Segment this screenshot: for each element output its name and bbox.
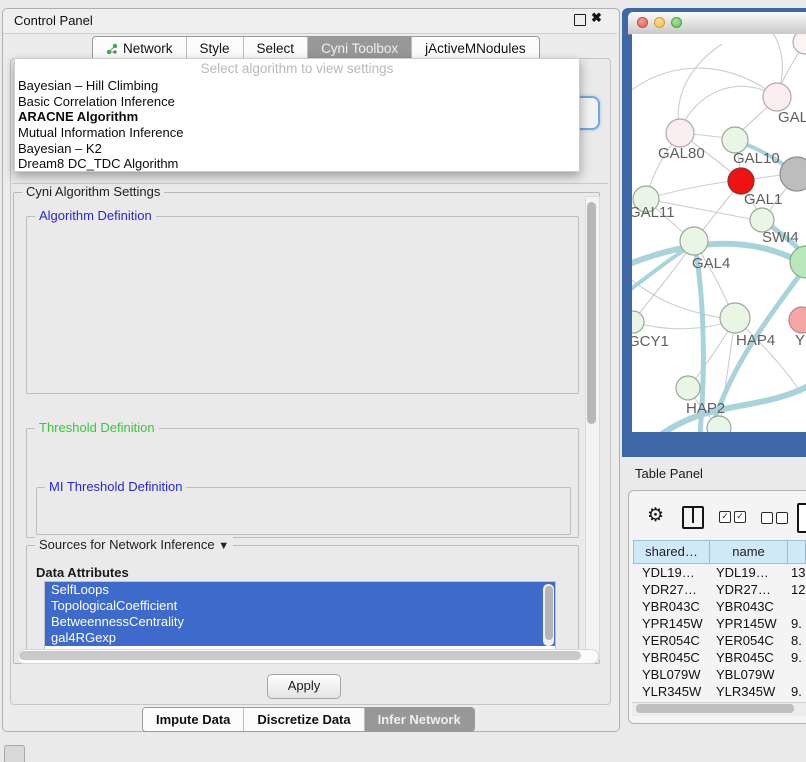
network-canvas[interactable]: GAL GAL80 GAL10 GAL1 GAL11 SWI4 GAL4 GCY… bbox=[632, 34, 806, 432]
bottom-tabstrip: Impute Data Discretize Data Infer Networ… bbox=[142, 707, 475, 732]
attribute-item[interactable]: BetweennessCentrality bbox=[45, 614, 555, 630]
algorithm-popup-list: Select algorithm to view settings Bayesi… bbox=[14, 58, 580, 172]
settings-scrollbar-thumb[interactable] bbox=[587, 202, 596, 424]
close-traffic-light-icon[interactable] bbox=[637, 17, 648, 28]
network-node-gal-partial[interactable] bbox=[763, 83, 791, 111]
node-label: SWI4 bbox=[762, 229, 799, 246]
mi-threshold-definition-group: MI Threshold Definition bbox=[36, 487, 571, 535]
table-row[interactable]: YBL079W YBL079W bbox=[633, 666, 806, 683]
table-row[interactable]: YBR043C YBR043C bbox=[633, 598, 806, 615]
algorithm-item[interactable]: Bayesian – K2 bbox=[15, 141, 579, 157]
node-label: GCY1 bbox=[632, 333, 669, 350]
node-label: GAL10 bbox=[733, 150, 780, 167]
table-body: YDL19… YDL19… 13 YDR27… YDR27… 12 YBR043… bbox=[633, 564, 806, 702]
control-panel-titlebar bbox=[3, 9, 617, 34]
sources-group-title: Sources for Network Inference ▼ bbox=[35, 537, 233, 552]
zoom-traffic-light-icon[interactable] bbox=[671, 17, 682, 28]
tab-cyni-toolbox[interactable]: Cyni Toolbox bbox=[308, 37, 412, 60]
node-label: GAL1 bbox=[744, 191, 782, 208]
table-panel-title: Table Panel bbox=[635, 466, 703, 481]
column-header-shared-name[interactable]: shared… bbox=[633, 540, 709, 564]
network-node-gray[interactable] bbox=[780, 157, 806, 191]
table-row[interactable]: YDR27… YDR27… 12 bbox=[633, 581, 806, 598]
algorithm-item[interactable]: Bayesian – Hill Climbing bbox=[15, 78, 579, 94]
table-hscrollbar-thumb[interactable] bbox=[636, 704, 794, 713]
split-panel-icon[interactable] bbox=[682, 506, 704, 529]
network-node-unlabeled[interactable] bbox=[793, 34, 806, 54]
attributes-scrollbar-thumb[interactable] bbox=[545, 586, 553, 640]
float-window-icon[interactable] bbox=[574, 14, 586, 26]
network-tab-icon bbox=[106, 43, 118, 55]
attribute-item[interactable]: TopologicalCoefficient bbox=[45, 598, 555, 614]
network-node-pink[interactable] bbox=[789, 307, 806, 333]
network-node-gal4[interactable] bbox=[680, 227, 708, 255]
collapsed-panel-button[interactable] bbox=[4, 745, 25, 762]
attribute-item[interactable]: gal4RGexp bbox=[45, 630, 555, 646]
data-attributes-label: Data Attributes bbox=[36, 565, 129, 580]
node-label: Y bbox=[795, 332, 805, 349]
apply-button[interactable]: Apply bbox=[267, 674, 341, 699]
document-icon[interactable] bbox=[797, 503, 806, 533]
close-icon[interactable]: ✖ bbox=[591, 10, 602, 26]
minimize-traffic-light-icon[interactable] bbox=[654, 17, 665, 28]
network-node-gal80[interactable] bbox=[666, 119, 694, 147]
threshold-definition-title: Threshold Definition bbox=[35, 420, 159, 435]
deselect-all-checkboxes-icon[interactable] bbox=[761, 512, 788, 524]
desktop: Control Panel ✖ Network Style Select Cyn… bbox=[0, 0, 806, 762]
node-label: HAP2 bbox=[686, 400, 725, 417]
node-label: GAL11 bbox=[632, 204, 675, 221]
algorithm-item[interactable]: Basic Correlation Inference bbox=[15, 94, 579, 110]
mi-threshold-definition-title: MI Threshold Definition bbox=[45, 479, 186, 494]
algorithm-item-selected[interactable]: ARACNE Algorithm bbox=[15, 109, 579, 125]
table-row[interactable]: YLR345W YLR345W 9. bbox=[633, 683, 806, 700]
collapse-down-icon: ▼ bbox=[218, 540, 229, 552]
tab-select[interactable]: Select bbox=[244, 37, 309, 60]
network-node-green[interactable] bbox=[790, 246, 806, 278]
attributes-scrollbar[interactable] bbox=[543, 584, 554, 646]
tab-impute-data[interactable]: Impute Data bbox=[143, 708, 244, 731]
network-node-hap2[interactable] bbox=[676, 376, 700, 400]
node-label: GAL bbox=[778, 109, 806, 126]
table-row[interactable]: YPR145W YPR145W 9. bbox=[633, 615, 806, 632]
tab-infer-network[interactable]: Infer Network bbox=[365, 708, 474, 731]
gear-icon[interactable]: ⚙ bbox=[647, 504, 664, 527]
tab-style[interactable]: Style bbox=[187, 37, 244, 60]
network-node-hap4[interactable] bbox=[720, 303, 750, 333]
node-label: GAL80 bbox=[658, 145, 705, 162]
node-label: HAP4 bbox=[736, 332, 775, 349]
table-row[interactable]: YER054C YER054C 8. bbox=[633, 632, 806, 649]
column-header-name[interactable]: name bbox=[709, 540, 787, 564]
settings-group-title: Cyni Algorithm Settings bbox=[22, 184, 164, 199]
algorithm-popup-hint: Select algorithm to view settings bbox=[15, 61, 579, 78]
tab-jactivemnodules[interactable]: jActiveMNodules bbox=[412, 37, 539, 60]
tab-discretize-data[interactable]: Discretize Data bbox=[244, 708, 364, 731]
algorithm-item[interactable]: Mutual Information Inference bbox=[15, 125, 579, 141]
attribute-item[interactable]: SelfLoops bbox=[45, 582, 555, 598]
algorithm-definition-group: Algorithm Definition bbox=[26, 216, 579, 394]
table-header-row: shared… name bbox=[633, 540, 806, 564]
table-row[interactable]: YBR045C YBR045C 9. bbox=[633, 649, 806, 666]
algorithm-definition-title: Algorithm Definition bbox=[35, 208, 156, 223]
node-label: GAL4 bbox=[692, 255, 730, 272]
column-header-cut[interactable] bbox=[787, 540, 806, 564]
table-row[interactable]: YDL19… YDL19… 13 bbox=[633, 564, 806, 581]
control-panel-title: Control Panel bbox=[14, 13, 93, 28]
select-all-checkboxes-icon[interactable]: ✓✓ bbox=[719, 511, 746, 523]
tab-network[interactable]: Network bbox=[93, 37, 187, 60]
network-node-gcy1[interactable] bbox=[632, 311, 644, 333]
tab-network-label: Network bbox=[123, 41, 173, 56]
data-attributes-listbox: SelfLoops TopologicalCoefficient Between… bbox=[44, 581, 556, 651]
algorithm-item[interactable]: Dream8 DC_TDC Algorithm bbox=[15, 156, 579, 172]
settings-hscrollbar-thumb[interactable] bbox=[19, 651, 581, 660]
